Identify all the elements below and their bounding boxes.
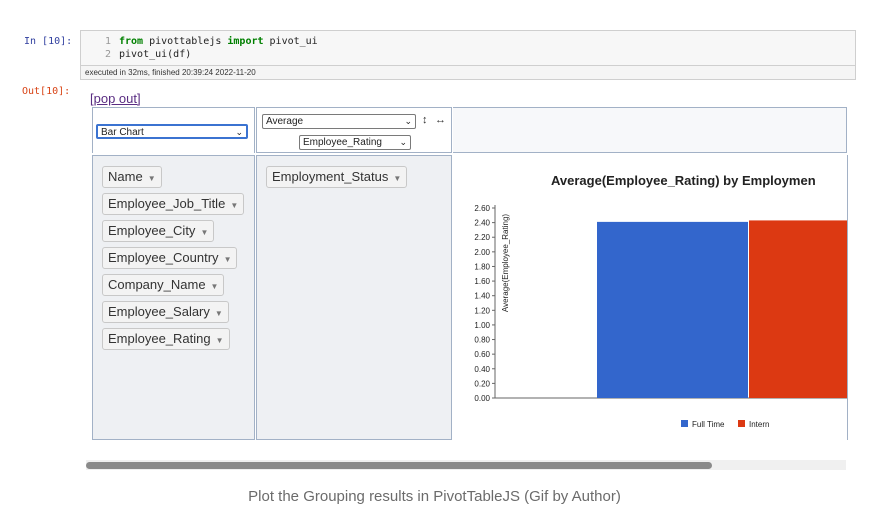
y-tick-label: 1.00 — [474, 321, 490, 330]
caret-down-icon[interactable]: ▼ — [216, 336, 224, 345]
attribute-pill[interactable]: Employment_Status ▼ — [266, 166, 408, 188]
aggregator-cell: Average ⌄ ↕ ↔ Employee_Rating ⌄ — [256, 107, 452, 153]
y-tick-label: 1.80 — [474, 262, 490, 271]
attribute-pill[interactable]: Employee_Country ▼ — [102, 247, 238, 269]
aggregator-attribute-select[interactable]: Employee_Rating ⌄ — [299, 135, 411, 150]
y-tick-label: 2.20 — [474, 233, 490, 242]
y-tick-label: 2.00 — [474, 248, 490, 257]
figure-caption: Plot the Grouping results in PivotTableJ… — [248, 488, 621, 505]
code-line-1: 1 from pivottablejs import pivot_ui — [104, 36, 318, 47]
y-tick-label: 2.60 — [474, 204, 490, 213]
horizontal-scrollbar-thumb[interactable] — [86, 462, 712, 469]
chart-area: Average(Employee_Rating) by Employmen 0.… — [453, 155, 848, 440]
unused-attributes-area: Name ▼ Employee_Job_Title ▼ Employee_City ▼… — [92, 155, 255, 440]
chevron-down-icon: ⌄ — [399, 137, 407, 147]
bar-full-time — [597, 221, 748, 398]
bar-intern — [749, 220, 847, 398]
caret-down-icon[interactable]: ▼ — [230, 201, 238, 210]
bar-chart: 0.00 0.20 0.40 0.60 0.80 1.00 1.20 1.40 1.60 1.80… — [474, 204, 847, 429]
caret-down-icon[interactable]: ▼ — [211, 282, 219, 291]
output-prompt: Out[10]: — [22, 86, 71, 97]
pop-out-link[interactable]: [pop out] — [90, 91, 141, 106]
legend-swatch — [738, 420, 745, 427]
chevron-down-icon: ⌄ — [235, 127, 243, 137]
attribute-pill[interactable]: Employee_Job_Title ▼ — [102, 193, 245, 215]
chevron-down-icon: ⌄ — [404, 116, 412, 126]
caret-down-icon[interactable]: ▼ — [393, 174, 401, 183]
sort-order-icon[interactable]: ↕ — [422, 114, 428, 126]
y-tick-label: 0.20 — [474, 379, 490, 388]
caret-down-icon[interactable]: ▼ — [148, 174, 156, 183]
attribute-pill[interactable]: Employee_City ▼ — [102, 220, 215, 242]
attribute-pill[interactable]: Company_Name ▼ — [102, 274, 225, 296]
y-tick-label: 0.60 — [474, 350, 490, 359]
legend-swatch — [681, 420, 688, 427]
y-tick-label: 1.60 — [474, 277, 490, 286]
attribute-pill[interactable]: Employee_Rating ▼ — [102, 328, 230, 350]
attribute-pill[interactable]: Employee_Salary ▼ — [102, 301, 229, 323]
swap-axes-icon[interactable]: ↔ — [435, 114, 446, 126]
input-prompt: In [10]: — [24, 36, 73, 47]
attribute-pill[interactable]: Name ▼ — [102, 166, 162, 188]
legend-label: Intern — [749, 420, 769, 429]
y-axis-label: Average(Employee_Rating) — [501, 214, 510, 312]
y-tick-label: 2.40 — [474, 219, 490, 228]
y-tick-label: 0.40 — [474, 365, 490, 374]
caret-down-icon[interactable]: ▼ — [224, 255, 232, 264]
caret-down-icon[interactable]: ▼ — [215, 309, 223, 318]
code-line-2: 2 pivot_ui(df) — [104, 49, 192, 60]
y-tick-label: 1.40 — [474, 292, 490, 301]
legend-label: Full Time — [692, 420, 725, 429]
y-tick-label: 0.00 — [474, 394, 490, 403]
caret-down-icon[interactable]: ▼ — [200, 228, 208, 237]
column-attributes-area[interactable] — [453, 107, 847, 153]
renderer-select[interactable]: Bar Chart ⌄ — [96, 124, 248, 139]
y-tick-label: 1.20 — [474, 306, 490, 315]
renderer-cell: Bar Chart ⌄ — [92, 107, 255, 153]
aggregator-select[interactable]: Average ⌄ — [262, 114, 416, 129]
row-attributes-area[interactable]: Employment_Status ▼ — [256, 155, 452, 440]
code-cell[interactable]: 1 from pivottablejs import pivot_ui 2 pivo… — [80, 30, 856, 66]
y-tick-label: 0.80 — [474, 336, 490, 345]
execution-info: executed in 32ms, finished 20:39:24 2022… — [80, 66, 856, 80]
